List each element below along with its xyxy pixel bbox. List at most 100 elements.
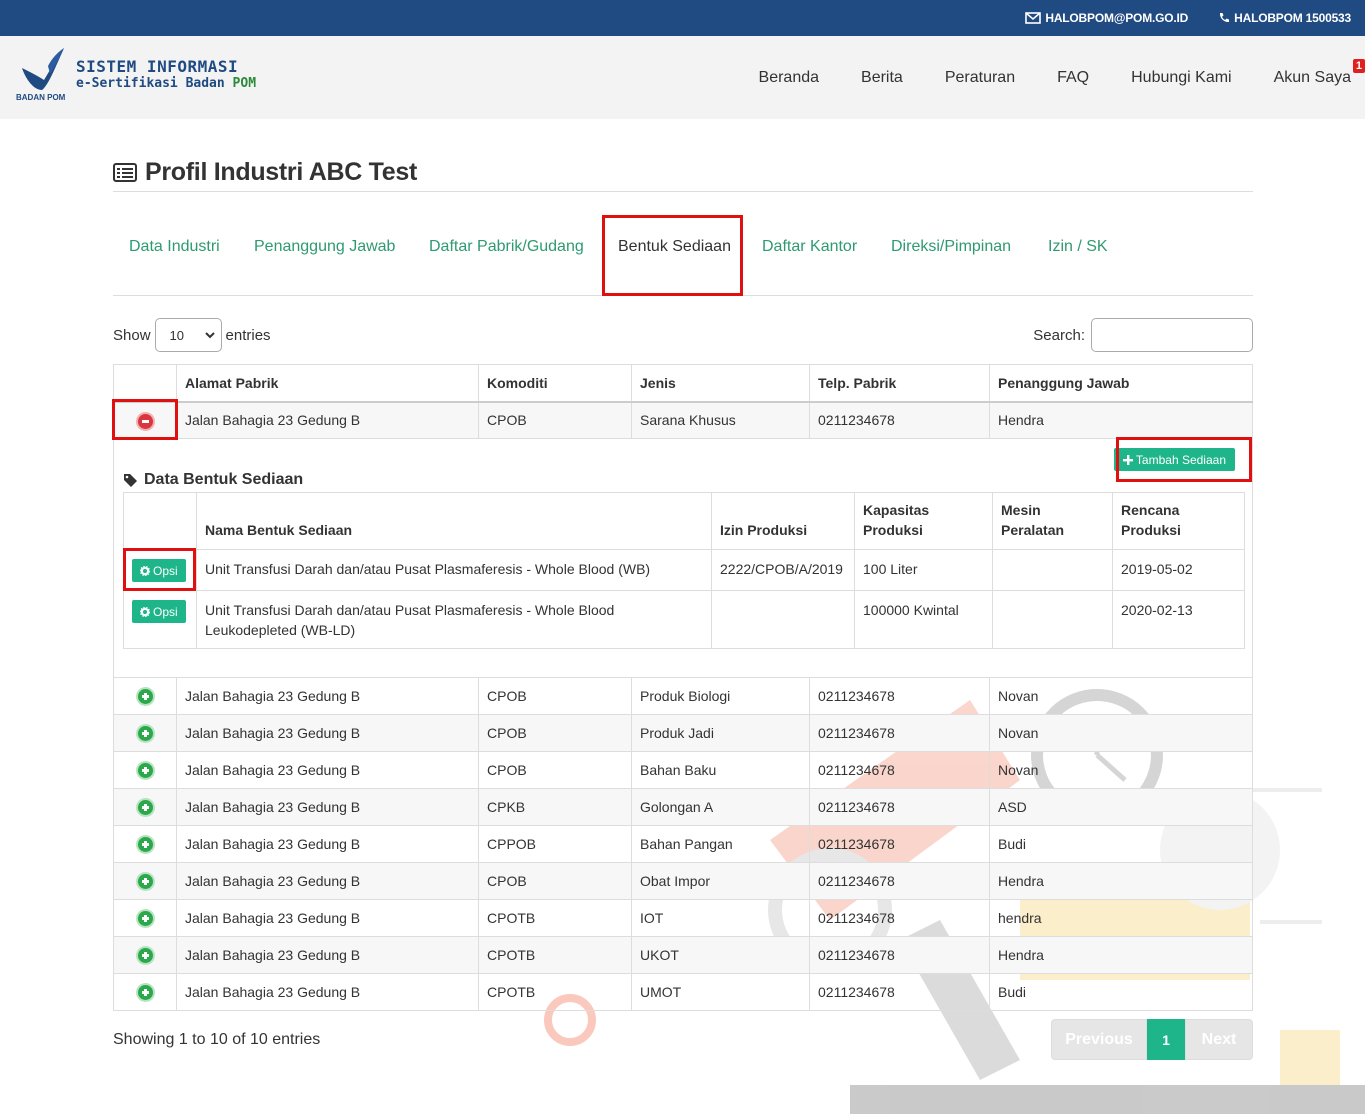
entries-select[interactable]: 10 xyxy=(154,318,222,352)
header-control xyxy=(113,364,177,403)
brand-line2: e-Sertifikasi Badan POM xyxy=(76,76,256,91)
list-alt-icon xyxy=(113,162,137,182)
tab-penanggung-jawab[interactable]: Penanggung Jawab xyxy=(254,238,395,256)
sediaan-header-izin: Izin Produksi xyxy=(711,492,855,550)
cell-telp: 0211234678 xyxy=(809,936,990,974)
tab-data-industri[interactable]: Data Industri xyxy=(129,238,220,256)
pagination-previous[interactable]: Previous xyxy=(1051,1019,1147,1060)
sediaan-header-kapasitas: Kapasitas Produksi xyxy=(854,492,993,550)
phone-icon xyxy=(1220,13,1230,23)
nav-faq[interactable]: FAQ xyxy=(1057,69,1089,87)
child-detail-row: Tambah Sediaan Data Bentuk Sediaan Nama … xyxy=(113,437,1253,678)
contact-phone[interactable]: HALOBPOM 1500533 xyxy=(1218,11,1351,25)
expand-row-icon[interactable] xyxy=(137,763,153,779)
tab-daftar-kantor[interactable]: Daftar Kantor xyxy=(762,238,857,256)
table-row: Jalan Bahagia 23 Gedung B CPOTB UKOT 021… xyxy=(113,936,1253,974)
tab-izin-sk[interactable]: Izin / SK xyxy=(1048,238,1108,256)
sediaan-opsi-cell: Opsi xyxy=(123,590,197,649)
expand-row-icon[interactable] xyxy=(137,837,153,853)
sediaan-mesin xyxy=(992,549,1113,591)
show-entries: Show 10 entries xyxy=(113,318,271,352)
table-footer: Showing 1 to 10 of 10 entries Previous 1… xyxy=(113,1011,1253,1091)
cell-alamat: Jalan Bahagia 23 Gedung B xyxy=(176,788,479,826)
cell-jenis: Bahan Baku xyxy=(631,751,810,789)
header-telp[interactable]: Telp. Pabrik xyxy=(809,364,990,403)
sediaan-header-row: Nama Bentuk Sediaan Izin Produksi Kapasi… xyxy=(123,492,1245,550)
brand-sub: BADAN POM xyxy=(16,93,66,102)
sediaan-mesin xyxy=(992,590,1113,649)
cell-telp: 0211234678 xyxy=(809,862,990,900)
brand-logo[interactable]: SISTEM INFORMASI e-Sertifikasi Badan POM… xyxy=(14,46,274,111)
contact-email[interactable]: HALOBPOM@POM.GO.ID xyxy=(1025,11,1188,25)
notification-badge: 1 xyxy=(1352,58,1365,73)
expand-row-icon[interactable] xyxy=(137,874,153,890)
cell-jenis: Produk Biologi xyxy=(631,677,810,715)
header-komoditi[interactable]: Komoditi xyxy=(478,364,632,403)
expand-row-icon[interactable] xyxy=(137,726,153,742)
cell-penanggung-jawab: Novan xyxy=(989,751,1253,789)
tab-daftar-pabrik-gudang[interactable]: Daftar Pabrik/Gudang xyxy=(429,238,584,256)
brand-line1: SISTEM INFORMASI xyxy=(76,57,239,76)
nav-beranda[interactable]: Beranda xyxy=(759,69,820,87)
expand-row-icon[interactable] xyxy=(137,911,153,927)
pagination-next[interactable]: Next xyxy=(1185,1019,1253,1060)
pabrik-table: Alamat Pabrik Komoditi Jenis Telp. Pabri… xyxy=(113,364,1253,1011)
row-toggle-cell[interactable] xyxy=(113,714,177,752)
sediaan-row: Opsi Unit Transfusi Darah dan/atau Pusat… xyxy=(123,549,1245,591)
expand-row-icon[interactable] xyxy=(137,800,153,816)
sediaan-izin: 2222/CPOB/A/2019 xyxy=(711,549,855,591)
cell-alamat: Jalan Bahagia 23 Gedung B xyxy=(176,862,479,900)
row-toggle-cell[interactable] xyxy=(113,401,177,439)
table-row: Jalan Bahagia 23 Gedung B CPKB Golongan … xyxy=(113,788,1253,826)
expand-row-icon[interactable] xyxy=(137,985,153,1001)
tab-direksi-pimpinan[interactable]: Direksi/Pimpinan xyxy=(891,238,1011,256)
table-row: Jalan Bahagia 23 Gedung B CPOTB UMOT 021… xyxy=(113,973,1253,1011)
pagination-page-1[interactable]: 1 xyxy=(1147,1019,1185,1060)
row-toggle-cell[interactable] xyxy=(113,825,177,863)
cell-penanggung-jawab: Hendra xyxy=(989,936,1253,974)
cell-telp: 0211234678 xyxy=(809,825,990,863)
row-toggle-cell[interactable] xyxy=(113,973,177,1011)
cell-jenis: Bahan Pangan xyxy=(631,825,810,863)
opsi-button[interactable]: Opsi xyxy=(132,600,186,623)
page-title: Profil Industri ABC Test xyxy=(113,153,1253,191)
collapse-row-icon[interactable] xyxy=(137,413,153,429)
row-toggle-cell[interactable] xyxy=(113,899,177,937)
search-box: Search: xyxy=(1033,318,1253,352)
row-toggle-cell[interactable] xyxy=(113,788,177,826)
sediaan-rencana: 2019-05-02 xyxy=(1112,549,1245,591)
cell-jenis: Golongan A xyxy=(631,788,810,826)
cell-telp: 0211234678 xyxy=(809,751,990,789)
nav-hubungi-kami[interactable]: Hubungi Kami xyxy=(1131,69,1232,87)
nav-akun-saya-label: Akun Saya xyxy=(1273,68,1351,86)
row-toggle-cell[interactable] xyxy=(113,862,177,900)
cell-komoditi: CPPOB xyxy=(478,825,632,863)
tags-icon xyxy=(124,474,137,487)
row-toggle-cell[interactable] xyxy=(113,751,177,789)
cell-komoditi: CPOB xyxy=(478,401,632,439)
sediaan-header-rencana: Rencana Produksi xyxy=(1112,492,1245,550)
cell-penanggung-jawab: Hendra xyxy=(989,862,1253,900)
plus-icon xyxy=(1122,454,1133,465)
opsi-button[interactable]: Opsi xyxy=(132,559,186,582)
expand-row-icon[interactable] xyxy=(137,689,153,705)
show-label: Show xyxy=(113,326,151,344)
row-toggle-cell[interactable] xyxy=(113,936,177,974)
table-row: Jalan Bahagia 23 Gedung B CPOB Sarana Kh… xyxy=(113,401,1253,439)
table-wrapper: Alamat Pabrik Komoditi Jenis Telp. Pabri… xyxy=(112,364,1253,1011)
table-header-row: Alamat Pabrik Komoditi Jenis Telp. Pabri… xyxy=(113,364,1253,403)
nav-berita[interactable]: Berita xyxy=(861,69,903,87)
expand-row-icon[interactable] xyxy=(137,948,153,964)
nav-akun-saya[interactable]: Akun Saya 1 xyxy=(1273,58,1365,87)
tambah-sediaan-button[interactable]: Tambah Sediaan xyxy=(1113,448,1235,471)
top-contact-bar: HALOBPOM@POM.GO.ID HALOBPOM 1500533 xyxy=(0,0,1365,36)
header-alamat[interactable]: Alamat Pabrik xyxy=(176,364,479,403)
search-input[interactable] xyxy=(1091,318,1253,352)
header-penanggung-jawab[interactable]: Penanggung Jawab xyxy=(989,364,1253,403)
nav-peraturan[interactable]: Peraturan xyxy=(945,69,1015,87)
header-jenis[interactable]: Jenis xyxy=(631,364,810,403)
nav-menu: Beranda Berita Peraturan FAQ Hubungi Kam… xyxy=(717,36,1365,119)
row-toggle-cell[interactable] xyxy=(113,677,177,715)
cell-alamat: Jalan Bahagia 23 Gedung B xyxy=(176,677,479,715)
cell-alamat: Jalan Bahagia 23 Gedung B xyxy=(176,936,479,974)
